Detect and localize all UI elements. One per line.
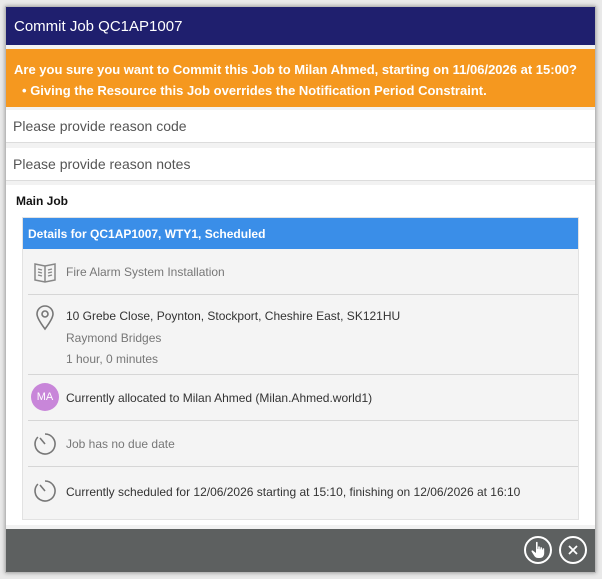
dialog-footer (6, 529, 595, 572)
timer-icon (31, 430, 59, 458)
dialog-title: Commit Job QC1AP1007 (6, 7, 595, 45)
reason-code-field[interactable]: Please provide reason code (6, 110, 595, 143)
main-job-section: Main Job Details for QC1AP1007, WTY1, Sc… (6, 185, 595, 525)
details-header: Details for QC1AP1007, WTY1, Scheduled (23, 218, 578, 249)
reason-notes-field[interactable]: Please provide reason notes (6, 148, 595, 181)
schedule-row: Currently scheduled for 12/06/2026 start… (28, 467, 578, 513)
bullet-icon: • (22, 83, 27, 98)
job-details-panel: Details for QC1AP1007, WTY1, Scheduled F (22, 217, 579, 520)
timer-icon (31, 477, 59, 505)
commit-job-dialog: Commit Job QC1AP1007 Are you sure you wa… (5, 6, 596, 573)
warning-question: Are you sure you want to Commit this Job… (14, 62, 577, 77)
job-type: Fire Alarm System Installation (66, 265, 225, 279)
allocation-row: MA Currently allocated to Milan Ahmed (M… (28, 375, 578, 421)
allocated-text: Currently allocated to Milan Ahmed (Mila… (66, 391, 373, 405)
confirm-button[interactable] (524, 536, 552, 564)
warning-bullet: Giving the Resource this Job overrides t… (30, 83, 487, 98)
location-pin-icon (31, 304, 59, 332)
avatar: MA (31, 383, 59, 411)
close-icon (568, 545, 578, 555)
book-icon (31, 258, 59, 286)
warning-banner: Are you sure you want to Commit this Job… (6, 49, 595, 107)
job-contact: Raymond Bridges (66, 331, 162, 345)
due-date-text: Job has no due date (66, 437, 175, 451)
warning-bullet-line: • Giving the Resource this Job overrides… (14, 80, 587, 101)
due-date-row: Job has no due date (28, 421, 578, 467)
job-duration: 1 hour, 0 minutes (66, 352, 159, 366)
job-address: 10 Grebe Close, Poynton, Stockport, Ches… (66, 309, 401, 323)
schedule-text: Currently scheduled for 12/06/2026 start… (66, 485, 521, 499)
job-type-row: Fire Alarm System Installation (28, 249, 578, 295)
close-button[interactable] (559, 536, 587, 564)
location-row: 10 Grebe Close, Poynton, Stockport, Ches… (28, 295, 578, 375)
hand-pointer-icon (531, 541, 545, 558)
main-job-label: Main Job (16, 194, 69, 208)
avatar-initials: MA (31, 383, 59, 411)
